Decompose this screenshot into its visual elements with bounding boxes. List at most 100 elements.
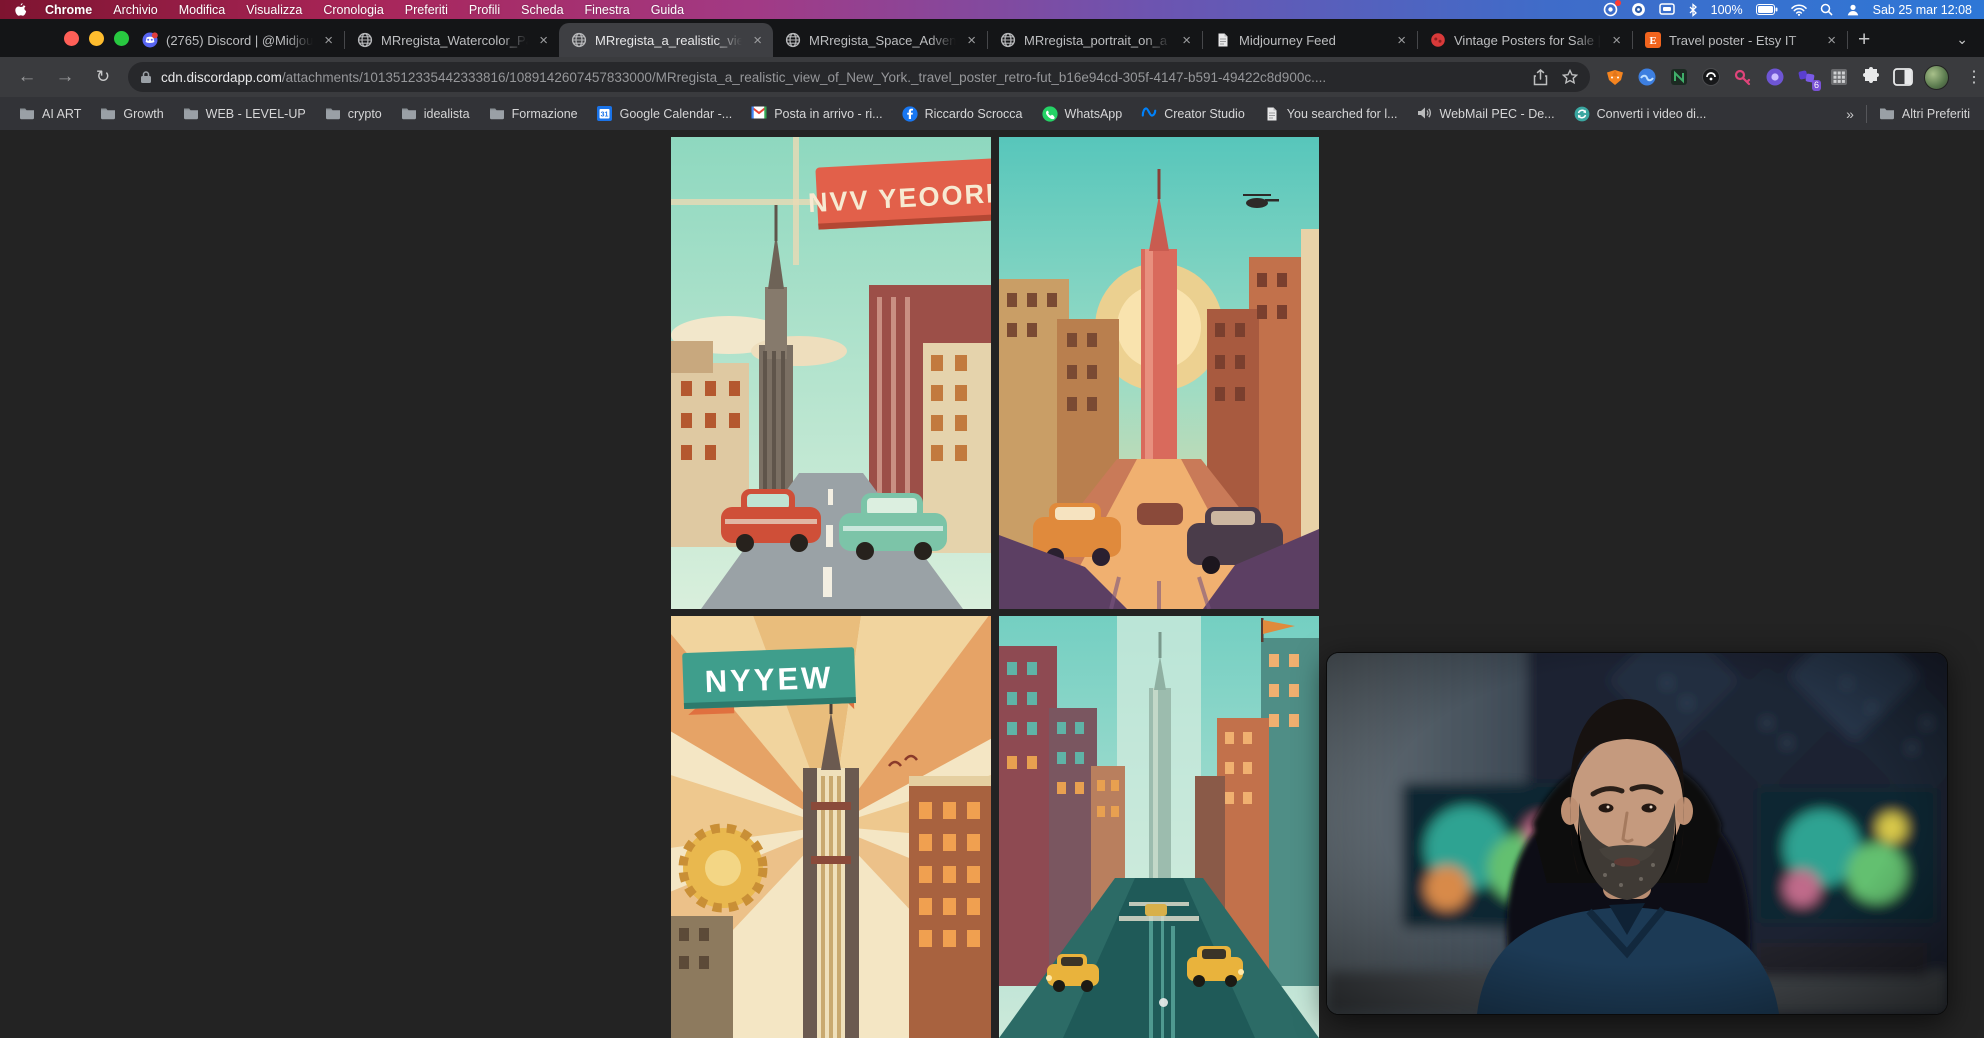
menu-bar-clock[interactable]: Sab 25 mar 12:08 bbox=[1873, 3, 1972, 17]
tab-3[interactable]: MRregista_a_realistic_vie× bbox=[559, 23, 773, 57]
wifi-icon[interactable] bbox=[1791, 4, 1807, 16]
poster-top-right[interactable] bbox=[999, 137, 1319, 609]
bookmark-9[interactable]: Riccardo Scrocca bbox=[902, 106, 1023, 122]
new-tab-button[interactable]: + bbox=[1858, 29, 1870, 50]
bookmark-4[interactable]: crypto bbox=[325, 106, 382, 122]
cursor-dot bbox=[1159, 998, 1168, 1007]
menu-item-preferiti[interactable]: Preferiti bbox=[405, 3, 448, 17]
n-extension-icon[interactable] bbox=[1668, 67, 1689, 88]
side-panel-icon[interactable] bbox=[1892, 67, 1913, 88]
cluster-extension-icon[interactable]: 6 bbox=[1796, 67, 1817, 88]
key-extension-icon[interactable] bbox=[1732, 67, 1753, 88]
bookmark-label: Google Calendar -... bbox=[620, 107, 733, 121]
convert-icon bbox=[1574, 106, 1590, 122]
tab-4[interactable]: MRregista_Space_Advent × bbox=[773, 23, 987, 57]
bookmark-7[interactable]: 31Google Calendar -... bbox=[597, 106, 733, 122]
tab-title: MRregista_Space_Advent bbox=[809, 33, 956, 48]
window-controls bbox=[64, 31, 129, 46]
menu-item-chrome[interactable]: Chrome bbox=[45, 3, 92, 17]
tab-close-icon[interactable]: × bbox=[536, 32, 551, 49]
tab-close-icon[interactable]: × bbox=[1609, 32, 1624, 49]
bookmark-13[interactable]: WebMail PEC - De... bbox=[1417, 106, 1555, 122]
record-icon[interactable] bbox=[1631, 2, 1646, 17]
extensions-puzzle-icon[interactable] bbox=[1860, 67, 1881, 88]
address-bar[interactable]: cdn.discordapp.com/attachments/101351233… bbox=[128, 62, 1590, 92]
tab-close-icon[interactable]: × bbox=[1179, 32, 1194, 49]
bookmark-3[interactable]: WEB - LEVEL-UP bbox=[183, 106, 306, 122]
menu-item-cronologia[interactable]: Cronologia bbox=[323, 3, 383, 17]
profile-avatar[interactable] bbox=[1924, 65, 1949, 90]
bookmark-label: Growth bbox=[123, 107, 163, 121]
tab-6[interactable]: Midjourney Feed × bbox=[1203, 23, 1417, 57]
bookmarks-overflow-button[interactable]: » bbox=[1846, 106, 1854, 122]
tab-5[interactable]: MRregista_portrait_on_a× bbox=[988, 23, 1202, 57]
bookmark-6[interactable]: Formazione bbox=[489, 106, 578, 122]
bookmark-5[interactable]: idealista bbox=[401, 106, 470, 122]
folder-icon bbox=[100, 106, 116, 122]
tab-close-icon[interactable]: × bbox=[1394, 32, 1409, 49]
bookmark-2[interactable]: Growth bbox=[100, 106, 163, 122]
forward-button[interactable]: → bbox=[54, 66, 76, 88]
dark-circle-extension-icon[interactable] bbox=[1700, 67, 1721, 88]
minimize-window-button[interactable] bbox=[89, 31, 104, 46]
tab-8[interactable]: ETravel poster - Etsy IT× bbox=[1633, 23, 1847, 57]
facebook-icon bbox=[902, 106, 918, 122]
menu-item-guida[interactable]: Guida bbox=[651, 3, 684, 17]
purple-circle-extension-icon[interactable] bbox=[1764, 67, 1785, 88]
menu-item-scheda[interactable]: Scheda bbox=[521, 3, 563, 17]
menu-item-visualizza[interactable]: Visualizza bbox=[246, 3, 302, 17]
bookmarks-bar: AI ART Growth WEB - LEVEL-UP crypto idealist… bbox=[0, 97, 1984, 130]
bookmark-1[interactable]: AI ART bbox=[19, 106, 81, 122]
display-icon[interactable] bbox=[1659, 3, 1675, 16]
url-text: cdn.discordapp.com/attachments/101351233… bbox=[161, 70, 1523, 85]
spotlight-icon[interactable] bbox=[1820, 3, 1833, 16]
tab-close-icon[interactable]: × bbox=[750, 32, 765, 49]
macos-menu-bar: Chrome Archivio Modifica Visualizza Cronolo… bbox=[0, 0, 1984, 19]
svg-text:E: E bbox=[1649, 35, 1656, 47]
app-notification-icon[interactable] bbox=[1603, 2, 1618, 17]
bluetooth-icon[interactable] bbox=[1688, 3, 1698, 17]
bookmark-10[interactable]: WhatsApp bbox=[1042, 106, 1123, 122]
tab-2[interactable]: MRregista_Watercolor_Pa × bbox=[345, 23, 559, 57]
wave-extension-icon[interactable] bbox=[1636, 67, 1657, 88]
chrome-toolbar: ← → ↻ cdn.discordapp.com/attachments/101… bbox=[0, 57, 1984, 97]
tab-search-chevron-icon[interactable]: ⌄ bbox=[1956, 31, 1968, 48]
menu-item-archivio[interactable]: Archivio bbox=[113, 3, 157, 17]
midjourney-image-grid[interactable]: NVV YEOORE bbox=[671, 137, 1319, 1038]
back-button[interactable]: ← bbox=[16, 66, 38, 88]
tab-1[interactable]: (2765) Discord | @Midjou× bbox=[130, 23, 344, 57]
bookmark-star-icon[interactable] bbox=[1562, 69, 1578, 85]
bookmark-14[interactable]: Converti i video di... bbox=[1574, 106, 1707, 122]
menu-item-profili[interactable]: Profili bbox=[469, 3, 500, 17]
reload-button[interactable]: ↻ bbox=[92, 67, 114, 87]
tab-close-icon[interactable]: × bbox=[964, 32, 979, 49]
menu-item-finestra[interactable]: Finestra bbox=[585, 3, 630, 17]
bookmark-label: idealista bbox=[424, 107, 470, 121]
apple-menu-icon[interactable] bbox=[14, 3, 27, 17]
bookmark-8[interactable]: Posta in arrivo - ri... bbox=[751, 106, 882, 122]
bookmark-label: AI ART bbox=[42, 107, 81, 121]
bookmark-11[interactable]: Creator Studio bbox=[1141, 106, 1245, 122]
poster-bottom-right[interactable] bbox=[999, 616, 1319, 1038]
fox-extension-icon[interactable] bbox=[1604, 67, 1625, 88]
notification-badge bbox=[1615, 0, 1621, 6]
tab-title: Midjourney Feed bbox=[1239, 33, 1386, 48]
poster-bottom-left[interactable]: NYYEW bbox=[671, 616, 991, 1038]
tab-close-icon[interactable]: × bbox=[1824, 32, 1839, 49]
bookmark-12[interactable]: You searched for l... bbox=[1264, 106, 1398, 122]
menu-item-modifica[interactable]: Modifica bbox=[179, 3, 226, 17]
url-domain: cdn.discordapp.com bbox=[161, 70, 282, 85]
zoom-window-button[interactable] bbox=[114, 31, 129, 46]
user-switch-icon[interactable] bbox=[1846, 3, 1860, 17]
other-bookmarks-folder[interactable]: Altri Preferiti bbox=[1879, 106, 1970, 122]
chrome-menu-icon[interactable]: ⋮ bbox=[1966, 67, 1983, 87]
battery-icon bbox=[1756, 4, 1778, 15]
bookmark-label: WEB - LEVEL-UP bbox=[206, 107, 306, 121]
grid-extension-icon[interactable] bbox=[1828, 67, 1849, 88]
share-icon[interactable] bbox=[1533, 69, 1548, 86]
tab-close-icon[interactable]: × bbox=[321, 32, 336, 49]
tab-7[interactable]: Vintage Posters for Sale |× bbox=[1418, 23, 1632, 57]
close-window-button[interactable] bbox=[64, 31, 79, 46]
tab-title: MRregista_Watercolor_Pa bbox=[381, 33, 528, 48]
poster-top-left[interactable]: NVV YEOORE bbox=[671, 137, 991, 609]
